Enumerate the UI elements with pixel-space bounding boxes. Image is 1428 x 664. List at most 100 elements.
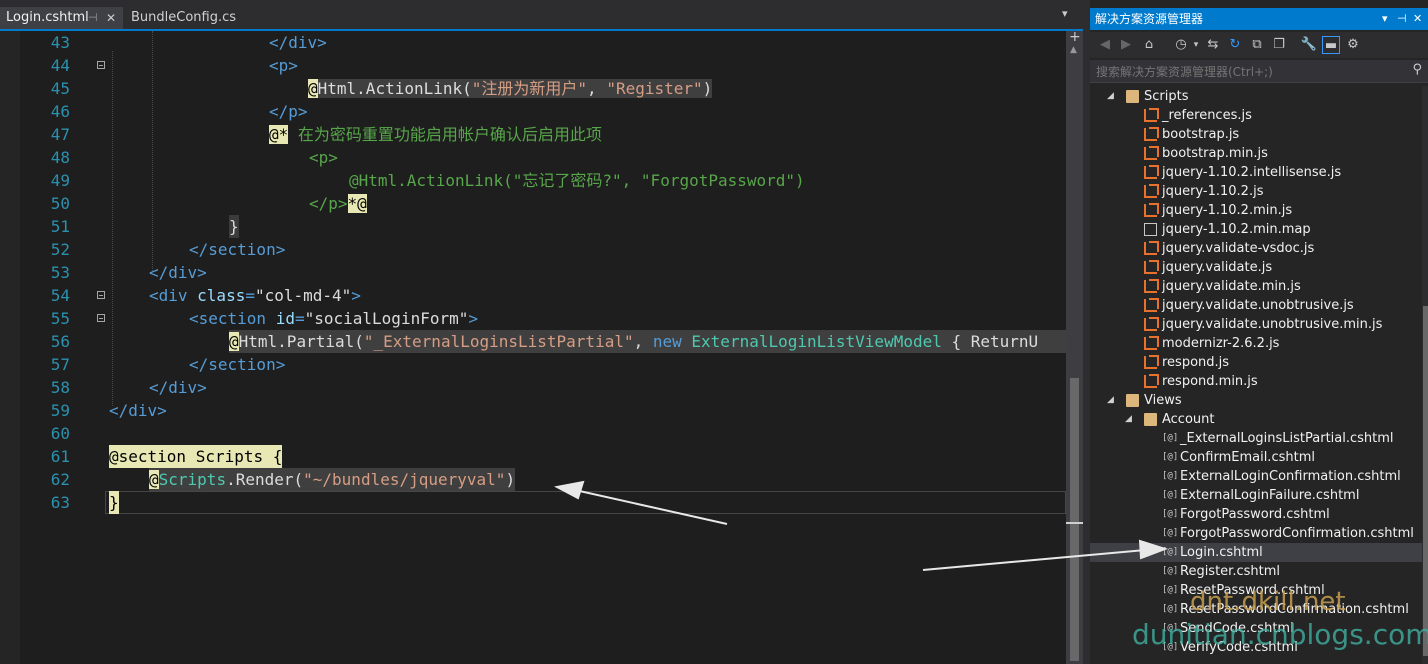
expand-arrow-icon[interactable]: ◢	[1107, 87, 1114, 106]
home-icon[interactable]: ⌂	[1140, 36, 1158, 54]
tree-item-verifycode-cshtml[interactable]: [@] VerifyCode.cshtml	[1090, 638, 1422, 657]
code-line-49[interactable]: 49 @Html.ActionLink("忘记了密码?", "ForgotPas…	[0, 169, 1066, 192]
code-line-45[interactable]: 45 @Html.ActionLink("注册为新用户", "Register"…	[0, 77, 1066, 100]
search-input[interactable]	[1094, 62, 1408, 82]
tree-item-bootstrap-js[interactable]: bootstrap.js	[1090, 125, 1422, 144]
code-token: </section>	[189, 240, 286, 259]
forward-icon[interactable]: ▶	[1117, 36, 1135, 54]
pending-changes-icon[interactable]: ▬	[1322, 36, 1340, 54]
code-line-43[interactable]: 43 </div>	[0, 31, 1066, 54]
tree-item-resetpassword-cshtml[interactable]: [@] ResetPassword.cshtml	[1090, 581, 1422, 600]
code-editor[interactable]: 43 </div> 44 <p> 45 @Html.ActionLink("注册…	[0, 31, 1083, 664]
collapse-icon[interactable]	[97, 61, 105, 69]
tab-bundleconfig-cs[interactable]: BundleConfig.cs	[125, 7, 245, 29]
tree-item-externalloginfailure-cshtml[interactable]: [@] ExternalLoginFailure.cshtml	[1090, 486, 1422, 505]
tree-item-externalloginconfirmation-cshtml[interactable]: [@] ExternalLoginConfirmation.cshtml	[1090, 467, 1422, 486]
tree-item-jquery-1-10-2-min-map[interactable]: jquery-1.10.2.min.map	[1090, 220, 1422, 239]
code-line-61[interactable]: 61 @section Scripts {	[0, 445, 1066, 468]
pin-icon[interactable]: ⊣	[88, 7, 98, 29]
code-line-55[interactable]: 55 <section id="socialLoginForm">	[0, 307, 1066, 330]
tree-item-modernizr-2-6-2-js[interactable]: modernizr-2.6.2.js	[1090, 334, 1422, 353]
view-icon[interactable]: ⚙	[1344, 36, 1362, 54]
close-icon[interactable]: ✕	[1413, 8, 1422, 30]
tree-item-jquery-validate-vsdoc-js[interactable]: jquery.validate-vsdoc.js	[1090, 239, 1422, 258]
code-line-57[interactable]: 57 </section>	[0, 353, 1066, 376]
code-line-46[interactable]: 46 </p>	[0, 100, 1066, 123]
tree-item-label: Login.cshtml	[1180, 545, 1263, 560]
code-line-62[interactable]: 62 @Scripts.Render("~/bundles/jqueryval"…	[0, 468, 1066, 491]
tree-item-label: bootstrap.min.js	[1162, 146, 1268, 161]
dropdown-icon[interactable]: ▾	[1382, 8, 1388, 30]
tree-item-jquery-validate-unobtrusive-min-js[interactable]: jquery.validate.unobtrusive.min.js	[1090, 315, 1422, 334]
code-token: </div>	[149, 263, 207, 282]
editor-vertical-scrollbar[interactable]: + ▲	[1066, 29, 1083, 664]
code-line-59[interactable]: 59 </div>	[0, 399, 1066, 422]
code-area[interactable]: 43 </div> 44 <p> 45 @Html.ActionLink("注册…	[0, 31, 1066, 664]
js-file-icon	[1144, 165, 1159, 179]
tree-item-views[interactable]: ◢ Views	[1090, 391, 1422, 410]
scrollbar-thumb[interactable]	[1070, 378, 1079, 661]
scroll-up-icon[interactable]: ▲	[1070, 45, 1077, 55]
code-line-47[interactable]: 47 @* 在为密码重置功能启用帐户确认后启用此项	[0, 123, 1066, 146]
cshtml-file-icon: [@]	[1162, 642, 1179, 652]
tree-item-bootstrap-min-js[interactable]: bootstrap.min.js	[1090, 144, 1422, 163]
tree-item-scripts[interactable]: ◢ Scripts	[1090, 87, 1422, 106]
tree-item-jquery-validate-unobtrusive-js[interactable]: jquery.validate.unobtrusive.js	[1090, 296, 1422, 315]
solution-tree[interactable]: ◢ Scripts _references.js bootstrap.js bootst…	[1090, 86, 1422, 664]
code-line-53[interactable]: 53 </div>	[0, 261, 1066, 284]
solution-explorer-search[interactable]: ⚲	[1090, 60, 1428, 83]
tree-item-register-cshtml[interactable]: [@] Register.cshtml	[1090, 562, 1422, 581]
code-line-44[interactable]: 44 <p>	[0, 54, 1066, 77]
tree-item-jquery-1-10-2-js[interactable]: jquery-1.10.2.js	[1090, 182, 1422, 201]
tree-item-label: jquery-1.10.2.intellisense.js	[1162, 165, 1342, 180]
collapse-all-icon[interactable]: ⧉	[1248, 36, 1266, 54]
tree-item-jquery-1-10-2-min-js[interactable]: jquery-1.10.2.min.js	[1090, 201, 1422, 220]
chevron-down-icon[interactable]: ▾	[1187, 36, 1205, 54]
expand-arrow-icon[interactable]: ◢	[1125, 410, 1132, 429]
refresh-icon[interactable]: ↻	[1226, 36, 1244, 54]
code-line-50[interactable]: 50 </p>*@	[0, 192, 1066, 215]
code-line-58[interactable]: 58 </div>	[0, 376, 1066, 399]
properties-icon[interactable]: 🔧	[1300, 36, 1318, 54]
collapse-icon[interactable]	[97, 291, 105, 299]
tree-item-login-cshtml[interactable]: [@] Login.cshtml	[1090, 543, 1422, 562]
tree-item-forgotpassword-cshtml[interactable]: [@] ForgotPassword.cshtml	[1090, 505, 1422, 524]
tree-item-confirmemail-cshtml[interactable]: [@] ConfirmEmail.cshtml	[1090, 448, 1422, 467]
tree-item-sendcode-cshtml[interactable]: [@] SendCode.cshtml	[1090, 619, 1422, 638]
search-icon[interactable]: ⚲	[1412, 62, 1422, 77]
tree-item-account[interactable]: ◢ Account	[1090, 410, 1422, 429]
code-line-54[interactable]: 54 <div class="col-md-4">	[0, 284, 1066, 307]
tree-item--references-js[interactable]: _references.js	[1090, 106, 1422, 125]
line-number: 46	[50, 102, 70, 121]
tree-item-jquery-1-10-2-intellisense-js[interactable]: jquery-1.10.2.intellisense.js	[1090, 163, 1422, 182]
pin-icon[interactable]: ⊣	[1397, 8, 1407, 30]
code-token: </div>	[109, 401, 167, 420]
collapse-icon[interactable]	[97, 314, 105, 322]
code-line-56[interactable]: 56 @Html.Partial("_ExternalLoginsListPar…	[0, 330, 1066, 353]
tree-item-respond-js[interactable]: respond.js	[1090, 353, 1422, 372]
tree-item-resetpasswordconfirmation-cshtml[interactable]: [@] ResetPasswordConfirmation.cshtml	[1090, 600, 1422, 619]
split-icon[interactable]: +	[1069, 29, 1081, 45]
code-line-51[interactable]: 51 }	[0, 215, 1066, 238]
tree-item-label: ConfirmEmail.cshtml	[1180, 450, 1315, 465]
tab-dropdown-icon[interactable]: ▾	[1062, 7, 1068, 20]
code-line-48[interactable]: 48 <p>	[0, 146, 1066, 169]
tree-item-jquery-validate-js[interactable]: jquery.validate.js	[1090, 258, 1422, 277]
sync-icon[interactable]: ⇆	[1204, 36, 1222, 54]
tree-item--externalloginslistpartial-cshtml[interactable]: [@] _ExternalLoginsListPartial.cshtml	[1090, 429, 1422, 448]
tree-item-label: bootstrap.js	[1162, 127, 1240, 142]
code-line-60[interactable]: 60	[0, 422, 1066, 445]
tree-item-respond-min-js[interactable]: respond.min.js	[1090, 372, 1422, 391]
expand-arrow-icon[interactable]: ◢	[1107, 391, 1114, 410]
scrollbar-thumb[interactable]	[1423, 306, 1428, 656]
code-line-52[interactable]: 52 </section>	[0, 238, 1066, 261]
code-line-63[interactable]: 63 }	[0, 491, 1066, 514]
tree-item-jquery-validate-min-js[interactable]: jquery.validate.min.js	[1090, 277, 1422, 296]
back-icon[interactable]: ◀	[1096, 36, 1114, 54]
tree-item-forgotpasswordconfirmation-cshtml[interactable]: [@] ForgotPasswordConfirmation.cshtml	[1090, 524, 1422, 543]
copy-icon[interactable]: ❐	[1270, 36, 1288, 54]
close-icon[interactable]: ✕	[106, 7, 116, 29]
tab-login-cshtml[interactable]: Login.cshtml ⊣ ✕	[0, 7, 123, 29]
line-number: 45	[50, 79, 70, 98]
tree-scrollbar[interactable]	[1422, 86, 1428, 664]
